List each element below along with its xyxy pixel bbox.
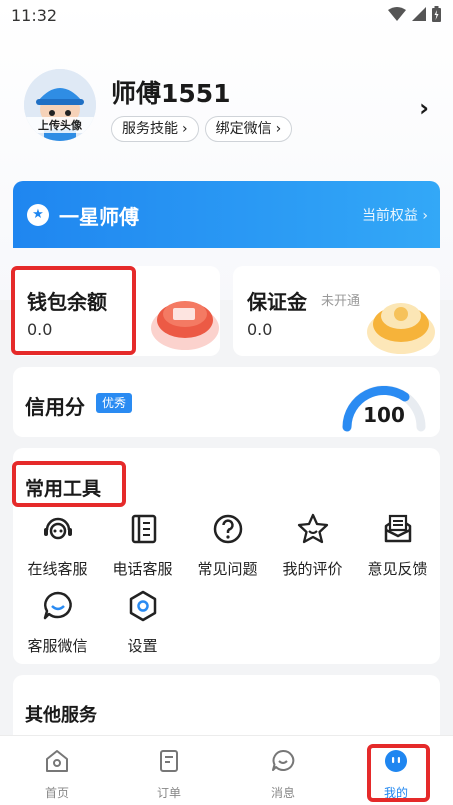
service-skills-chip[interactable]: 服务技能 › (111, 116, 199, 142)
credit-level-badge: 优秀 (96, 393, 133, 413)
avatar[interactable]: 上传头像 (24, 69, 96, 141)
tool-label: 我的评价 (282, 560, 343, 578)
credit-score-card[interactable]: 信用分 优秀 100 (13, 367, 440, 437)
star-level-title: 一星师傅 (59, 205, 139, 229)
bind-wechat-label: 绑定微信 (215, 121, 272, 137)
profile-chevron-right-icon[interactable]: › (419, 94, 429, 122)
signal-icon (412, 7, 426, 21)
deposit-status: 未开通 (321, 294, 361, 309)
deposit-title: 保证金 (247, 290, 307, 314)
other-services-title: 其他服务 (25, 705, 97, 726)
chevron-right-icon: › (182, 121, 188, 137)
wifi-icon (388, 7, 406, 21)
tab-messages[interactable]: 消息 (248, 748, 318, 801)
tool-faq[interactable]: 常见问题 (185, 512, 270, 579)
battery-icon (432, 6, 441, 22)
status-time: 11:32 (11, 6, 58, 25)
headset-icon (43, 517, 72, 540)
phone-book-icon (131, 514, 156, 544)
star-badge-icon: ★ (27, 204, 49, 226)
profile-section: 上传头像 师傅1551 服务技能 › 绑定微信 › › (0, 60, 453, 160)
tool-wechat-service[interactable]: 客服微信 (15, 589, 100, 656)
deposit-card[interactable]: 保证金 未开通 0.0 (233, 266, 440, 356)
credit-score-value: 100 (363, 403, 405, 427)
wallet-highlight-frame (11, 266, 136, 355)
other-services-card: 其他服务 (13, 675, 440, 735)
wallet-illustration-icon (151, 301, 219, 350)
service-skills-label: 服务技能 (122, 121, 178, 137)
tab-home[interactable]: 首页 (22, 748, 92, 801)
tool-feedback[interactable]: 意见反馈 (355, 512, 440, 579)
status-bar: 11:32 (0, 0, 453, 32)
star-level-banner[interactable]: ★ 一星师傅 当前权益 › (13, 181, 440, 248)
chevron-right-icon: › (422, 208, 428, 224)
tool-online-service[interactable]: 在线客服 (15, 512, 100, 579)
deposit-value: 0.0 (247, 320, 273, 339)
star-smile-icon (297, 513, 328, 544)
current-rights-link[interactable]: 当前权益 › (362, 205, 428, 225)
username: 师傅1551 (111, 79, 231, 108)
current-rights-label: 当前权益 (361, 208, 418, 224)
tools-highlight-frame (12, 461, 126, 507)
message-icon (272, 749, 295, 771)
tool-label: 客服微信 (27, 637, 88, 655)
tab-me-highlight-frame (367, 744, 430, 802)
chevron-right-icon: › (275, 121, 282, 137)
deposit-illustration-icon (367, 303, 435, 354)
settings-hex-icon (129, 590, 156, 622)
tool-label: 电话客服 (112, 560, 173, 578)
chat-smile-icon (43, 591, 72, 620)
home-icon (46, 750, 68, 772)
credit-title: 信用分 (25, 395, 85, 419)
question-icon (213, 514, 242, 544)
order-icon (160, 750, 178, 772)
status-icons (388, 6, 441, 22)
tool-phone-service[interactable]: 电话客服 (100, 512, 185, 579)
bind-wechat-chip[interactable]: 绑定微信 › (204, 116, 293, 142)
tab-label: 订单 (156, 786, 181, 800)
tab-label: 首页 (44, 786, 69, 800)
tool-settings[interactable]: 设置 (100, 589, 185, 656)
tool-label: 设置 (127, 637, 158, 655)
avatar-upload-label: 上传头像 (24, 117, 96, 133)
tool-my-reviews[interactable]: 我的评价 (270, 512, 355, 579)
tool-label: 意见反馈 (367, 560, 428, 578)
tool-label: 常见问题 (197, 560, 258, 578)
tool-label: 在线客服 (27, 560, 88, 578)
tab-orders[interactable]: 订单 (134, 748, 204, 801)
profile-chips: 服务技能 › 绑定微信 › (111, 116, 293, 142)
feedback-icon (384, 514, 411, 543)
tab-label: 消息 (270, 786, 295, 800)
